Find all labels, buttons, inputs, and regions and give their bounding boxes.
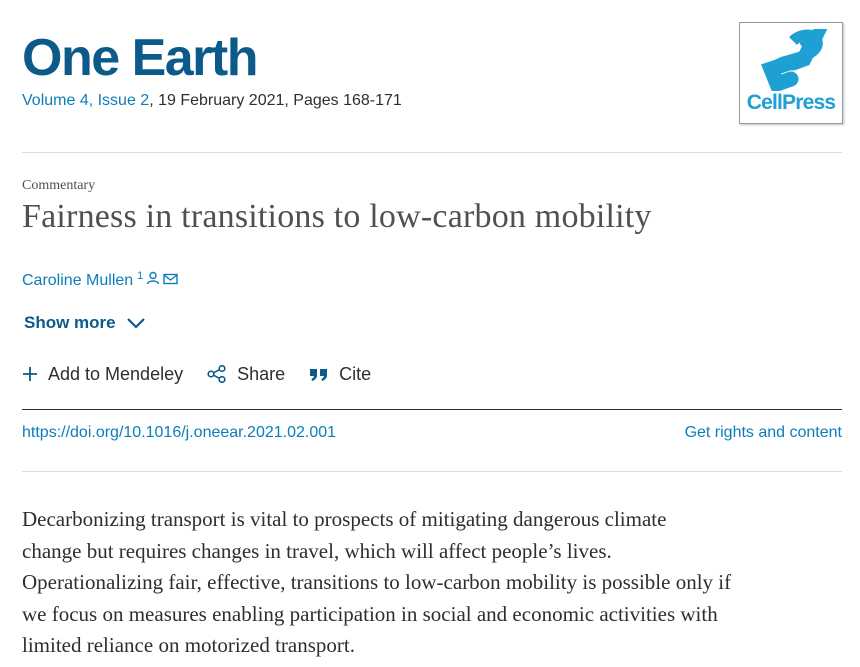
person-icon[interactable] bbox=[146, 271, 160, 290]
author-name[interactable]: Caroline Mullen bbox=[22, 272, 133, 290]
abstract-line: we focus on measures enabling participat… bbox=[22, 601, 718, 626]
abstract-line: Decarbonizing transport is vital to pros… bbox=[22, 507, 667, 531]
cite-button[interactable]: Cite bbox=[309, 364, 371, 385]
journal-title[interactable]: One Earth bbox=[22, 30, 259, 86]
share-label: Share bbox=[237, 363, 286, 384]
cite-label: Cite bbox=[339, 363, 372, 384]
show-more-label: Show more bbox=[24, 313, 116, 332]
chevron-down-icon bbox=[126, 318, 145, 329]
author-affiliation-sup[interactable]: 1 bbox=[137, 270, 143, 282]
show-more-button[interactable]: Show more bbox=[24, 313, 146, 333]
author-line: Caroline Mullen 1 bbox=[22, 270, 178, 290]
share-icon bbox=[207, 365, 226, 383]
header-divider bbox=[22, 152, 842, 153]
article-type: Commentary bbox=[22, 178, 96, 193]
abstract-line: Operationalizing fair, effective, transi… bbox=[22, 570, 732, 594]
share-button[interactable]: Share bbox=[207, 364, 285, 385]
date-pages: , 19 February 2021, Pages 168-171 bbox=[149, 92, 402, 109]
quote-icon bbox=[310, 369, 328, 381]
abstract-line: limited reliance on motorized transport. bbox=[22, 633, 355, 657]
plus-icon bbox=[23, 367, 37, 381]
journal-header: One Earth Volume 4, Issue 2, 19 February… bbox=[22, 30, 842, 130]
abstract-line: change but requires changes in travel, w… bbox=[22, 538, 612, 563]
cellpress-mark-icon bbox=[761, 29, 827, 91]
cellpress-wordmark: CellPress bbox=[746, 91, 836, 114]
article-title: Fairness in transitions to low-carbon mo… bbox=[22, 198, 652, 235]
envelope-icon[interactable] bbox=[163, 272, 178, 290]
rights-link[interactable]: Get rights and content bbox=[685, 424, 842, 442]
abstract: Decarbonizing transport is vital to pros… bbox=[22, 504, 852, 662]
doi-link[interactable]: https://doi.org/10.1016/j.oneear.2021.02… bbox=[22, 424, 336, 442]
add-to-mendeley-button[interactable]: Add to Mendeley bbox=[22, 364, 183, 385]
add-to-mendeley-label: Add to Mendeley bbox=[48, 363, 184, 384]
links-divider bbox=[22, 471, 842, 472]
issue-line: Volume 4, Issue 2, 19 February 2021, Pag… bbox=[22, 92, 402, 110]
actions-divider bbox=[22, 409, 842, 410]
volume-issue-link[interactable]: Volume 4, Issue 2 bbox=[22, 92, 149, 109]
cellpress-logo[interactable]: CellPress bbox=[739, 22, 843, 124]
article-actions: Add to Mendeley Share Cite bbox=[22, 362, 395, 386]
